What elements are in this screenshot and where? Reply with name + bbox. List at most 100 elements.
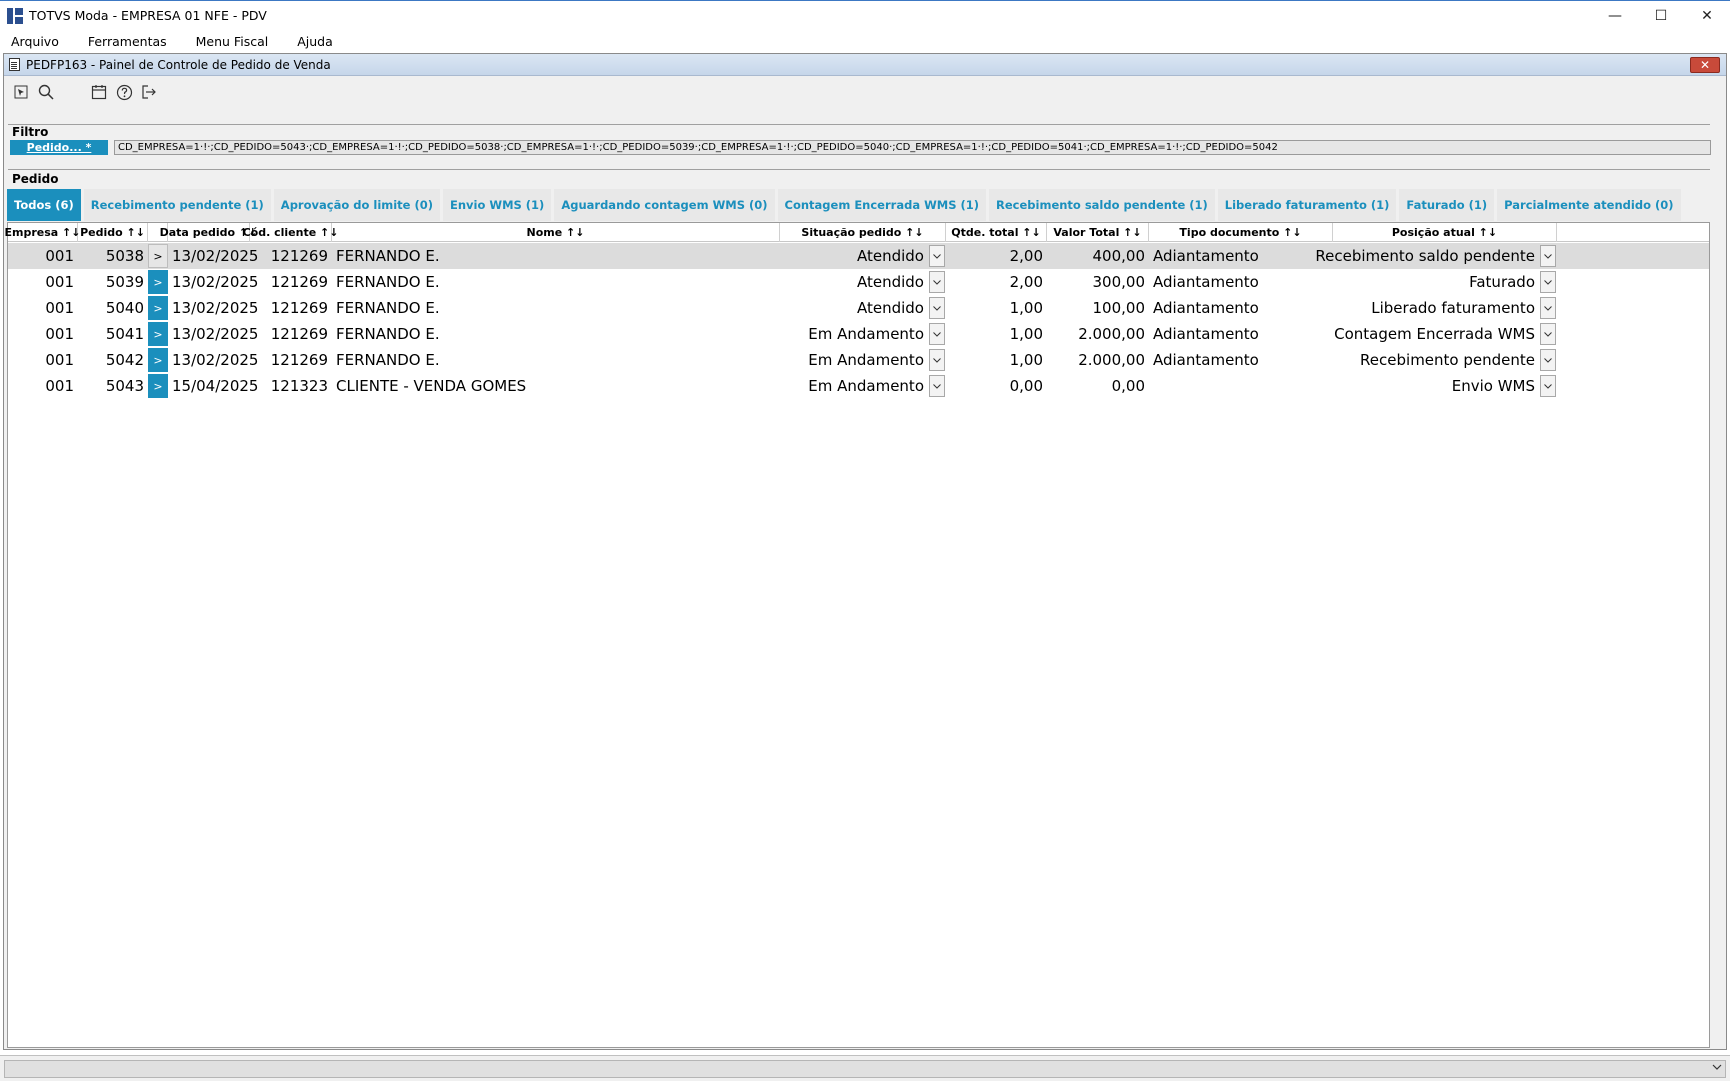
- posicao-dropdown[interactable]: [1540, 245, 1556, 267]
- minimize-icon: —: [1608, 8, 1622, 24]
- title-bar: TOTVS Moda - EMPRESA 01 NFE - PDV — ☐ ✕: [0, 0, 1730, 30]
- close-button[interactable]: ✕: [1684, 1, 1730, 31]
- cell-empresa: 001: [45, 351, 74, 369]
- chevron-down-icon: [1544, 279, 1552, 285]
- window-title: TOTVS Moda - EMPRESA 01 NFE - PDV: [29, 8, 267, 23]
- cell-tipo-documento: Adiantamento: [1153, 299, 1259, 317]
- cell-situacao: Atendido: [856, 247, 924, 265]
- cell-pedido: 5038: [105, 247, 144, 265]
- tab-contagem-encerrada-wms[interactable]: Contagem Encerrada WMS (1): [777, 189, 987, 221]
- chevron-down-icon: [1544, 331, 1552, 337]
- tab-aprovacao-limite[interactable]: Aprovação do limite (0): [273, 189, 440, 221]
- minimize-button[interactable]: —: [1592, 1, 1638, 31]
- cell-situacao: Em Andamento: [808, 325, 924, 343]
- col-header-data[interactable]: Data pedido ↑↓: [160, 223, 257, 242]
- filter-field[interactable]: CD_EMPRESA=1·!·;CD_PEDIDO=5043·;CD_EMPRE…: [114, 140, 1711, 155]
- table-row[interactable]: 001 5040 13/02/2025 121269 FERNANDO E. Atendi…: [8, 295, 1709, 321]
- inner-close-button[interactable]: ✕: [1690, 57, 1720, 73]
- table-row[interactable]: 001 5042 13/02/2025 121269 FERNANDO E. Em And…: [8, 347, 1709, 373]
- cell-pedido: 5040: [105, 299, 144, 317]
- cell-cod-cliente: 121323: [270, 377, 328, 395]
- app-logo-icon: [7, 7, 23, 24]
- cell-data-pedido: 13/02/2025: [172, 351, 259, 369]
- open-order-button[interactable]: >: [148, 348, 168, 372]
- cell-cod-cliente: 121269: [270, 325, 328, 343]
- table-row[interactable]: 001 5039 13/02/2025 121269 FERNANDO E. Atendi…: [8, 269, 1709, 295]
- tab-faturado[interactable]: Faturado (1): [1399, 189, 1495, 221]
- tab-parcialmente-atendido[interactable]: Parcialmente atendido (0): [1497, 189, 1681, 221]
- open-order-button[interactable]: >: [148, 244, 168, 268]
- cell-cod-cliente: 121269: [270, 247, 328, 265]
- col-header-posicao[interactable]: Posição atual ↑↓: [1333, 223, 1557, 242]
- cell-valor-total: 300,00: [1092, 273, 1146, 291]
- search-icon[interactable]: [35, 81, 57, 103]
- col-header-cliente[interactable]: Cód. cliente ↑↓: [243, 223, 338, 242]
- cell-posicao-atual: Envio WMS: [1451, 377, 1535, 395]
- cell-qtde-total: 1,00: [1009, 299, 1043, 317]
- col-header-situacao[interactable]: Situação pedido ↑↓: [780, 223, 946, 242]
- status-tabs: Todos (6) Recebimento pendente (1) Aprov…: [7, 189, 1684, 221]
- cell-empresa: 001: [45, 325, 74, 343]
- cell-nome: FERNANDO E.: [336, 325, 440, 343]
- chevron-down-icon: [933, 331, 941, 337]
- cell-posicao-atual: Recebimento pendente: [1360, 351, 1535, 369]
- calendar-icon[interactable]: [88, 81, 110, 103]
- open-order-button[interactable]: >: [148, 374, 168, 398]
- maximize-button[interactable]: ☐: [1638, 1, 1684, 31]
- pedido-filter-button[interactable]: Pedido... *: [10, 140, 108, 155]
- cell-data-pedido: 13/02/2025: [172, 273, 259, 291]
- open-order-button[interactable]: >: [148, 270, 168, 294]
- col-header-qtde[interactable]: Qtde. total ↑↓: [946, 223, 1047, 242]
- col-header-empresa[interactable]: Empresa ↑↓: [5, 223, 80, 242]
- chevron-down-icon: [933, 305, 941, 311]
- situacao-dropdown[interactable]: [929, 375, 945, 397]
- cell-nome: FERNANDO E.: [336, 273, 440, 291]
- status-field[interactable]: [4, 1060, 1726, 1078]
- open-order-button[interactable]: >: [148, 296, 168, 320]
- tab-envio-wms[interactable]: Envio WMS (1): [443, 189, 552, 221]
- table-row[interactable]: 001 5041 13/02/2025 121269 FERNANDO E. Em And…: [8, 321, 1709, 347]
- help-icon[interactable]: [113, 81, 135, 103]
- tab-recebimento-saldo-pendente[interactable]: Recebimento saldo pendente (1): [989, 189, 1215, 221]
- cell-qtde-total: 2,00: [1009, 247, 1043, 265]
- tab-recebimento-pendente[interactable]: Recebimento pendente (1): [83, 189, 271, 221]
- cell-tipo-documento: Adiantamento: [1153, 351, 1259, 369]
- situacao-dropdown[interactable]: [929, 297, 945, 319]
- situacao-dropdown[interactable]: [929, 349, 945, 371]
- cell-nome: FERNANDO E.: [336, 247, 440, 265]
- situacao-dropdown[interactable]: [929, 245, 945, 267]
- tab-aguardando-contagem-wms[interactable]: Aguardando contagem WMS (0): [554, 189, 775, 221]
- situacao-dropdown[interactable]: [929, 323, 945, 345]
- cell-posicao-atual: Liberado faturamento: [1371, 299, 1535, 317]
- tab-liberado-faturamento[interactable]: Liberado faturamento (1): [1217, 189, 1397, 221]
- col-header-valor[interactable]: Valor Total ↑↓: [1047, 223, 1149, 242]
- posicao-dropdown[interactable]: [1540, 297, 1556, 319]
- menu-ajuda[interactable]: Ajuda: [297, 34, 333, 49]
- menu-fiscal[interactable]: Menu Fiscal: [196, 34, 269, 49]
- col-header-pedido[interactable]: Pedido ↑↓: [78, 223, 148, 242]
- cell-posicao-atual: Faturado: [1469, 273, 1535, 291]
- col-header-tipo[interactable]: Tipo documento ↑↓: [1149, 223, 1333, 242]
- inner-title-bar: PEDFP163 - Painel de Controle de Pedido …: [4, 54, 1726, 76]
- cell-pedido: 5041: [105, 325, 144, 343]
- posicao-dropdown[interactable]: [1540, 323, 1556, 345]
- tab-todos[interactable]: Todos (6): [7, 189, 81, 221]
- table-row[interactable]: 001 5038 13/02/2025 121269 FERNANDO E. Atendi…: [8, 243, 1709, 269]
- menu-ferramentas[interactable]: Ferramentas: [88, 34, 167, 49]
- col-header-nome[interactable]: Nome ↑↓: [332, 223, 780, 242]
- exit-icon[interactable]: [138, 81, 160, 103]
- posicao-dropdown[interactable]: [1540, 375, 1556, 397]
- cell-pedido: 5042: [105, 351, 144, 369]
- menu-arquivo[interactable]: Arquivo: [11, 34, 59, 49]
- pointer-icon[interactable]: [10, 81, 32, 103]
- cell-empresa: 001: [45, 273, 74, 291]
- posicao-dropdown[interactable]: [1540, 271, 1556, 293]
- cell-valor-total: 0,00: [1111, 377, 1145, 395]
- open-order-button[interactable]: >: [148, 322, 168, 346]
- situacao-dropdown[interactable]: [929, 271, 945, 293]
- chevron-down-icon: [1544, 383, 1552, 389]
- table-row[interactable]: 001 5043 15/04/2025 121323 CLIENTE - VENDA G…: [8, 373, 1709, 399]
- cell-tipo-documento: [1149, 373, 1333, 399]
- posicao-dropdown[interactable]: [1540, 349, 1556, 371]
- chevron-down-icon[interactable]: [1712, 1062, 1722, 1073]
